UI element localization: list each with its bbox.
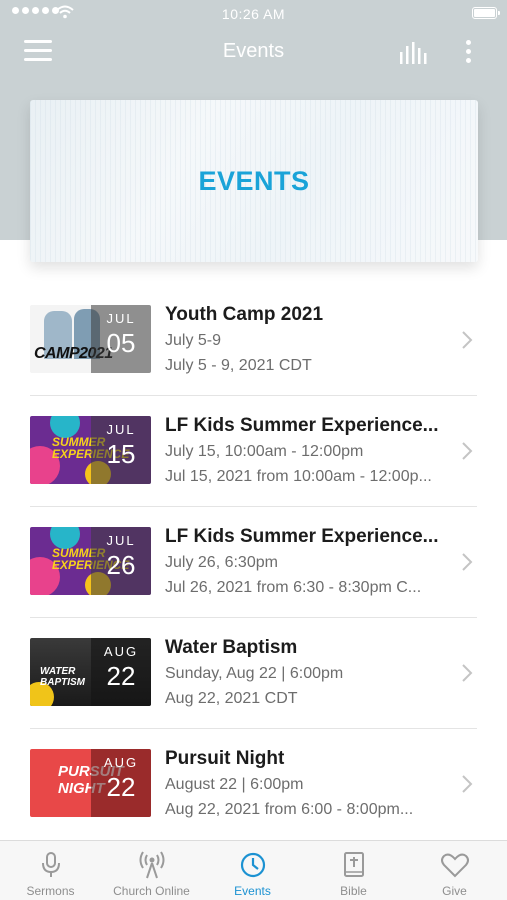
event-date-full: Jul 15, 2021 from 10:00am - 12:00p... (165, 468, 432, 485)
event-month: AUG (103, 644, 139, 659)
tab-bible[interactable]: Bible (303, 841, 404, 900)
event-day: 05 (106, 328, 136, 358)
event-date-short: August 22 | 6:00pm (165, 776, 304, 793)
date-badge: JUL 05 (91, 305, 151, 373)
event-row-lf-kids-2[interactable]: SUMMER EXPERIENCE JUL 26 LF Kids Summer … (0, 507, 507, 618)
status-bar: 10:26 AM (0, 0, 507, 28)
status-time: 10:26 AM (221, 6, 286, 22)
bible-icon (344, 852, 364, 877)
event-date-short: July 5-9 (165, 332, 222, 349)
broadcast-icon (139, 851, 165, 879)
event-title: LF Kids Summer Experience... (165, 526, 439, 547)
tab-events[interactable]: Events (202, 841, 303, 900)
event-row-pursuit-night[interactable]: PURSUIT NIGHT AUG 22 Pursuit Night Augus… (0, 729, 507, 840)
event-date-short: July 26, 6:30pm (165, 554, 278, 571)
event-day: 22 (106, 772, 136, 802)
banner-title: EVENTS (198, 166, 310, 196)
event-date-short: Sunday, Aug 22 | 6:00pm (165, 665, 344, 682)
event-date-full: Aug 22, 2021 CDT (165, 690, 298, 707)
event-date-full: Aug 22, 2021 from 6:00 - 8:00pm... (165, 801, 414, 818)
event-day: 15 (106, 439, 136, 469)
more-options-button[interactable] (458, 38, 478, 66)
date-badge: AUG 22 (91, 638, 151, 706)
date-badge: AUG 22 (91, 749, 151, 817)
events-banner: EVENTS (30, 100, 478, 262)
microphone-icon (42, 852, 60, 877)
event-title: Water Baptism (165, 637, 298, 658)
chevron-right-icon (462, 442, 473, 460)
event-date-full: July 5 - 9, 2021 CDT (165, 357, 312, 374)
event-month: JUL (106, 311, 136, 326)
tab-label: Bible (340, 884, 367, 898)
tab-label: Church Online (113, 884, 190, 898)
event-thumbnail: PURSUIT NIGHT AUG 22 (30, 749, 151, 817)
event-row-water-baptism[interactable]: WATER BAPTISM AUG 22 Water Baptism Sunda… (0, 618, 507, 729)
tab-church-online[interactable]: Church Online (101, 841, 202, 900)
event-thumbnail: SUMMER EXPERIENCE JUL 15 (30, 416, 151, 484)
audio-bars-icon[interactable] (398, 42, 430, 64)
page-title: Events (222, 40, 285, 62)
navigation-bar: Events (0, 30, 507, 74)
tab-label: Sermons (26, 884, 75, 898)
chevron-right-icon (462, 775, 473, 793)
chevron-right-icon (462, 331, 473, 349)
event-title: Youth Camp 2021 (165, 304, 324, 325)
event-row-youth-camp[interactable]: CAMP2021 JUL 05 Youth Camp 2021 July 5-9… (0, 285, 507, 396)
battery-icon (472, 7, 500, 19)
event-month: AUG (103, 755, 139, 770)
clock-icon (240, 852, 266, 878)
date-badge: JUL 26 (91, 527, 151, 595)
event-day: 26 (106, 550, 136, 580)
tab-label: Give (442, 884, 467, 898)
event-row-lf-kids-1[interactable]: SUMMER EXPERIENCE JUL 15 LF Kids Summer … (0, 396, 507, 507)
tab-sermons[interactable]: Sermons (0, 841, 101, 900)
event-thumbnail: CAMP2021 JUL 05 (30, 305, 151, 373)
event-thumbnail: SUMMER EXPERIENCE JUL 26 (30, 527, 151, 595)
tab-bar: Sermons Church Online Events Bible Give (0, 840, 507, 900)
event-title: Pursuit Night (165, 748, 285, 769)
heart-icon (441, 853, 469, 878)
event-month: JUL (106, 533, 136, 548)
chevron-right-icon (462, 664, 473, 682)
chevron-right-icon (462, 553, 473, 571)
tab-give[interactable]: Give (404, 841, 505, 900)
event-month: JUL (106, 422, 136, 437)
event-thumbnail: WATER BAPTISM AUG 22 (30, 638, 151, 706)
event-day: 22 (106, 661, 136, 691)
date-badge: JUL 15 (91, 416, 151, 484)
event-date-short: July 15, 10:00am - 12:00pm (165, 443, 364, 460)
tab-label: Events (234, 884, 271, 898)
event-title: LF Kids Summer Experience... (165, 415, 439, 436)
event-date-full: Jul 26, 2021 from 6:30 - 8:30pm C... (165, 579, 422, 596)
